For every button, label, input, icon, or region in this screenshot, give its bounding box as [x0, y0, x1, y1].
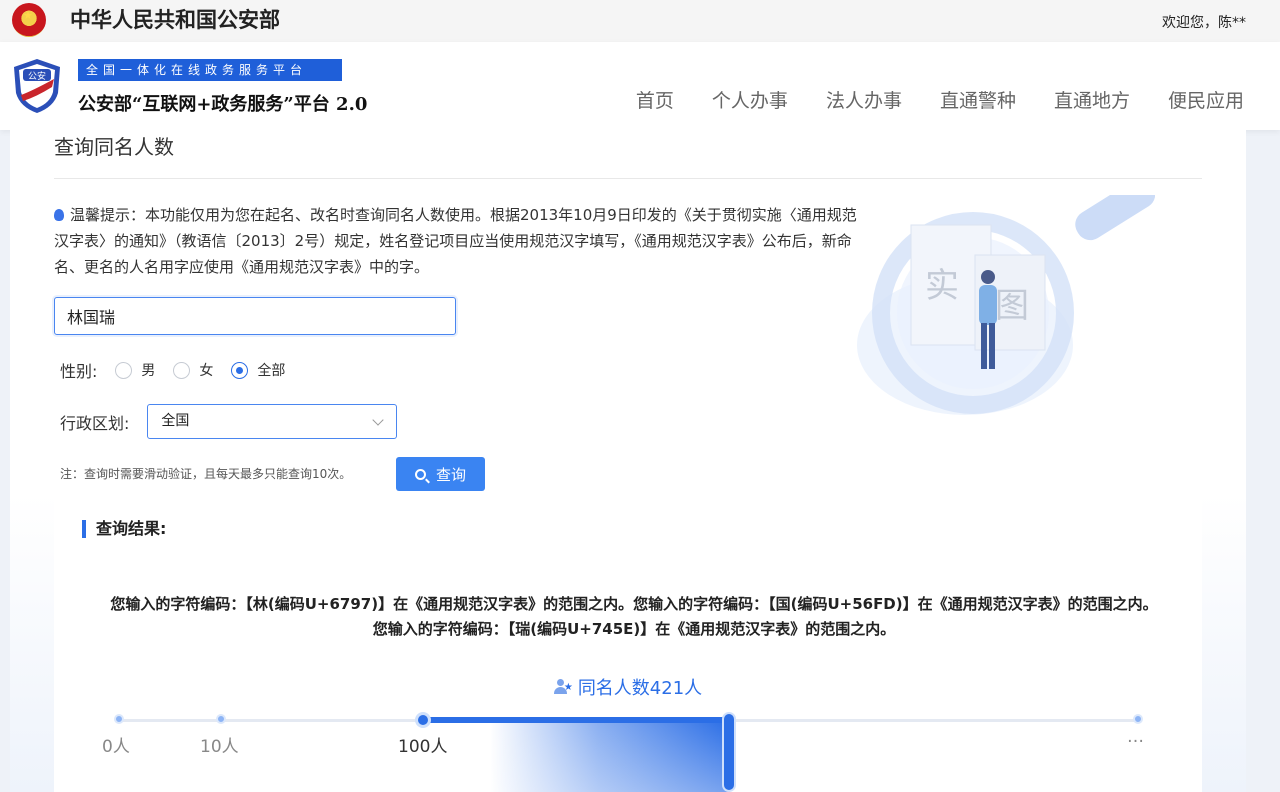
gender-all-label: 全部 [257, 363, 286, 379]
badge-text: 公安 [28, 70, 46, 82]
card-char-2: 图 [995, 286, 1029, 326]
count-marker [722, 712, 736, 792]
scale-dot-more [1133, 714, 1143, 724]
nav-convenience-apps[interactable]: 便民应用 [1168, 86, 1244, 113]
ministry-name: 中华人民共和国公安部 [70, 8, 280, 32]
nav-police-departments[interactable]: 直通警种 [940, 86, 1016, 113]
card-char-1: 实 [925, 266, 959, 306]
police-badge-logo: 公安 [14, 59, 60, 113]
result-text: 您输入的字符编码：【林(编码U+6797)】在《通用规范汉字表》的范围之内。您输… [110, 595, 1158, 638]
gender-label: 性别: [60, 362, 98, 381]
gender-row: 性别: 男 女 全部 [60, 358, 285, 382]
tip-text: 温馨提示：本功能仅用为您在起名、改名时查询同名人数使用。根据2013年10月9日… [54, 206, 857, 276]
nav-local-services[interactable]: 直通地方 [1054, 86, 1130, 113]
search-icon [414, 468, 426, 480]
region-selected-value: 全国 [161, 413, 190, 429]
radio-circle-selected[interactable] [231, 361, 249, 379]
region-row: 行政区划: 全国 [60, 404, 398, 439]
count-bar-fill [490, 722, 730, 792]
scale-dot-100 [415, 712, 431, 728]
gender-male-label: 男 [141, 363, 156, 379]
national-emblem-icon [12, 3, 46, 37]
scale-label-100: 100人 [398, 737, 448, 757]
top-bar: 中华人民共和国公安部 欢迎您，陈** [0, 0, 1280, 42]
scale-label-10: 10人 [200, 737, 239, 757]
scale-dot-0 [114, 714, 124, 724]
scale-label-more: … [1127, 727, 1144, 747]
region-select[interactable]: 全国 [147, 404, 398, 439]
platform-tag: 全国一体化在线政务服务平台 [78, 59, 342, 81]
gender-radio-male[interactable]: 男 [115, 360, 155, 380]
page-title: 查询同名人数 [54, 135, 174, 159]
same-name-count-text: 同名人数421人 [577, 678, 703, 699]
count-scale-active [424, 717, 730, 723]
gender-radio-female[interactable]: 女 [173, 360, 213, 380]
name-input[interactable] [54, 297, 456, 335]
lightbulb-icon [54, 209, 64, 221]
query-button-label: 查询 [435, 465, 466, 484]
tip-notice: 温馨提示：本功能仅用为您在起名、改名时查询同名人数使用。根据2013年10月9日… [54, 202, 864, 280]
chevron-down-icon [372, 414, 385, 426]
scale-label-0: 0人 [102, 737, 130, 757]
welcome-user[interactable]: 欢迎您，陈** [1162, 12, 1246, 32]
query-button[interactable]: 查询 [396, 457, 485, 491]
region-label: 行政区划: [60, 413, 130, 433]
main-panel: 查询同名人数 温馨提示：本功能仅用为您在起名、改名时查询同名人数使用。根据201… [10, 130, 1246, 792]
query-note: 注：查询时需要滑动验证，且每天最多只能查询10次。 [60, 467, 352, 481]
user-star-icon: ★ [553, 679, 573, 695]
title-divider [54, 178, 1202, 179]
site-header: 公安 全国一体化在线政务服务平台 公安部“互联网+政务服务”平台 2.0 首页 … [0, 42, 1280, 130]
nav-legal-person-affairs[interactable]: 法人办事 [826, 86, 902, 113]
scale-dot-10 [216, 714, 226, 724]
main-nav: 首页 个人办事 法人办事 直通警种 直通地方 便民应用 [636, 86, 1244, 113]
result-title: 查询结果: [82, 520, 166, 538]
platform-title[interactable]: 公安部“互联网+政务服务”平台 2.0 [78, 90, 367, 116]
radio-circle[interactable] [115, 361, 133, 379]
gender-female-label: 女 [199, 363, 214, 379]
nav-personal-affairs[interactable]: 个人办事 [712, 86, 788, 113]
same-name-count: ★ 同名人数421人 [54, 674, 1202, 700]
nav-home[interactable]: 首页 [636, 86, 674, 113]
radio-circle[interactable] [173, 361, 191, 379]
gender-radio-all[interactable]: 全部 [231, 360, 285, 380]
search-illustration: 实 图 [857, 195, 1155, 415]
